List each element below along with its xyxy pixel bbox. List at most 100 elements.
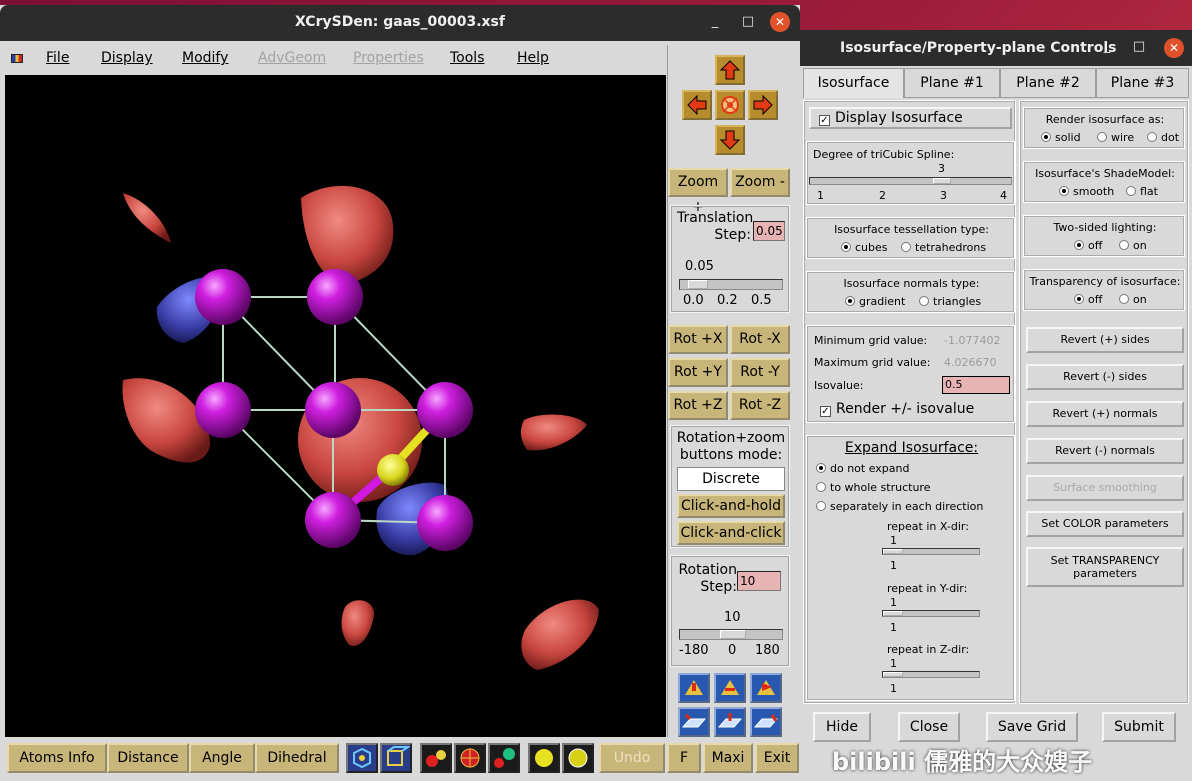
dihedral-button[interactable]: Dihedral xyxy=(255,743,339,773)
menu-file[interactable]: File xyxy=(46,50,69,66)
revert-plus-sides-button[interactable]: Revert (+) sides xyxy=(1026,327,1184,353)
revert-plus-normals-button[interactable]: Revert (+) normals xyxy=(1026,401,1184,427)
plane-view-button-1[interactable] xyxy=(678,707,710,737)
tessellation-tetra-radio[interactable]: tetrahedrons xyxy=(901,241,986,254)
lighting-off-button[interactable] xyxy=(562,743,594,773)
rotation-slider[interactable] xyxy=(679,629,783,640)
transparency-on-radio[interactable]: on xyxy=(1119,293,1147,306)
hide-button[interactable]: Hide xyxy=(813,712,871,742)
zoom-in-button[interactable]: Zoom + xyxy=(668,168,728,215)
rotation-slider-knob[interactable] xyxy=(720,630,746,639)
main-title-bar[interactable]: XCrySDen: gaas_00003.xsf _ □ ✕ xyxy=(0,5,800,41)
tab-plane-1[interactable]: Plane #1 xyxy=(904,68,1000,98)
menu-modify[interactable]: Modify xyxy=(182,50,228,66)
plane-view-button-3[interactable] xyxy=(750,707,782,737)
rotation-step-input[interactable]: 10 xyxy=(737,571,781,591)
render-as-group: Render isosurface as: solid wire dot xyxy=(1023,107,1185,149)
render-dot-radio[interactable]: dot xyxy=(1147,131,1179,144)
iso-title-bar[interactable]: Isosurface/Property-plane Controls _ □ ✕ xyxy=(800,30,1192,66)
render-solid-radio[interactable]: solid xyxy=(1041,131,1081,144)
rot-minus-z-button[interactable]: Rot -Z xyxy=(730,391,790,420)
reset-center-button[interactable] xyxy=(715,90,745,120)
spline-slider-knob[interactable] xyxy=(933,178,951,184)
maxi-button[interactable]: Maxi xyxy=(703,743,753,773)
shade-flat-radio[interactable]: flat xyxy=(1126,185,1158,198)
translation-step-input[interactable]: 0.05 xyxy=(753,221,785,241)
rotation-mode-group: Rotation+zoom buttons mode: Discrete Cli… xyxy=(670,425,790,548)
set-color-parameters-button[interactable]: Set COLOR parameters xyxy=(1026,511,1184,537)
wireframe-button[interactable] xyxy=(454,743,486,773)
tab-plane-2[interactable]: Plane #2 xyxy=(1000,68,1096,98)
plane-view-button-2[interactable] xyxy=(714,707,746,737)
iso-maximize-button[interactable]: □ xyxy=(1130,38,1148,56)
normals-gradient-radio[interactable]: gradient xyxy=(845,295,905,308)
tab-isosurface[interactable]: Isosurface xyxy=(803,68,904,98)
view-side-button[interactable] xyxy=(750,673,782,703)
rot-plus-x-button[interactable]: Rot +X xyxy=(668,325,728,354)
mode-click-and-hold-button[interactable]: Click-and-hold xyxy=(677,494,785,518)
angle-button[interactable]: Angle xyxy=(189,743,255,773)
crystal-cells-button[interactable] xyxy=(346,743,378,773)
expand-whole-radio[interactable]: to whole structure xyxy=(816,481,930,494)
lighting-on-button[interactable] xyxy=(528,743,560,773)
slider-knob[interactable] xyxy=(883,611,903,616)
normals-triangles-radio[interactable]: triangles xyxy=(919,295,981,308)
repeat-x-slider[interactable] xyxy=(882,548,980,555)
structure-3d-viewport[interactable] xyxy=(5,75,666,740)
atoms-info-button[interactable]: Atoms Info xyxy=(7,743,107,773)
save-grid-button[interactable]: Save Grid xyxy=(986,712,1078,742)
transparency-off-radio[interactable]: off xyxy=(1074,293,1102,306)
close-dialog-button[interactable]: Close xyxy=(898,712,960,742)
maximize-button[interactable]: □ xyxy=(739,13,757,31)
menu-help[interactable]: Help xyxy=(517,50,549,66)
menu-tools[interactable]: Tools xyxy=(450,50,485,66)
spline-slider[interactable] xyxy=(809,177,1012,185)
unit-cell-button[interactable] xyxy=(380,743,412,773)
expand-none-radio[interactable]: do not expand xyxy=(816,462,909,475)
menu-display[interactable]: Display xyxy=(101,50,153,66)
move-left-button[interactable] xyxy=(682,90,712,120)
rot-plus-y-button[interactable]: Rot +Y xyxy=(668,358,728,387)
mode-click-and-click-button[interactable]: Click-and-click xyxy=(677,521,785,545)
iso-minimize-button[interactable]: _ xyxy=(1098,38,1116,56)
set-transparency-parameters-button[interactable]: Set TRANSPARENCY parameters xyxy=(1026,547,1184,587)
move-right-button[interactable] xyxy=(748,90,778,120)
move-up-button[interactable] xyxy=(715,55,745,85)
translation-slider[interactable] xyxy=(679,279,783,290)
tab-plane-3[interactable]: Plane #3 xyxy=(1096,68,1189,98)
view-top-button[interactable] xyxy=(714,673,746,703)
shade-smooth-radio[interactable]: smooth xyxy=(1059,185,1114,198)
view-front-button[interactable] xyxy=(678,673,710,703)
render-plus-minus-toggle[interactable]: ✓ Render +/- isovalue xyxy=(820,401,974,417)
spacefill-button[interactable] xyxy=(488,743,520,773)
slider-knob[interactable] xyxy=(883,549,903,554)
close-button[interactable]: ✕ xyxy=(770,12,790,32)
expand-separately-radio[interactable]: separately in each direction xyxy=(816,500,983,513)
ball-stick-button[interactable] xyxy=(420,743,452,773)
mode-discrete-option[interactable]: Discrete xyxy=(677,467,785,491)
isovalue-label: Isovalue: xyxy=(814,379,864,392)
rot-minus-y-button[interactable]: Rot -Y xyxy=(730,358,790,387)
zoom-out-button[interactable]: Zoom - xyxy=(730,168,790,197)
repeat-y-slider[interactable] xyxy=(882,610,980,617)
slider-knob[interactable] xyxy=(883,672,903,677)
translation-slider-knob[interactable] xyxy=(688,280,708,289)
distance-button[interactable]: Distance xyxy=(107,743,189,773)
rot-minus-x-button[interactable]: Rot -X xyxy=(730,325,790,354)
isovalue-input[interactable]: 0.5 xyxy=(942,376,1010,394)
rot-plus-z-button[interactable]: Rot +Z xyxy=(668,391,728,420)
f-button[interactable]: F xyxy=(667,743,701,773)
render-wire-radio[interactable]: wire xyxy=(1097,131,1134,144)
repeat-z-slider[interactable] xyxy=(882,671,980,678)
revert-minus-normals-button[interactable]: Revert (-) normals xyxy=(1026,438,1184,464)
iso-close-button[interactable]: ✕ xyxy=(1164,38,1184,58)
display-isosurface-toggle[interactable]: ✓ Display Isosurface xyxy=(809,107,1012,129)
two-sided-on-radio[interactable]: on xyxy=(1119,239,1147,252)
submit-button[interactable]: Submit xyxy=(1102,712,1176,742)
two-sided-off-radio[interactable]: off xyxy=(1074,239,1102,252)
exit-button[interactable]: Exit xyxy=(755,743,799,773)
move-down-button[interactable] xyxy=(715,125,745,155)
minimize-button[interactable]: _ xyxy=(706,13,724,31)
revert-minus-sides-button[interactable]: Revert (-) sides xyxy=(1026,364,1184,390)
tessellation-cubes-radio[interactable]: cubes xyxy=(841,241,888,254)
